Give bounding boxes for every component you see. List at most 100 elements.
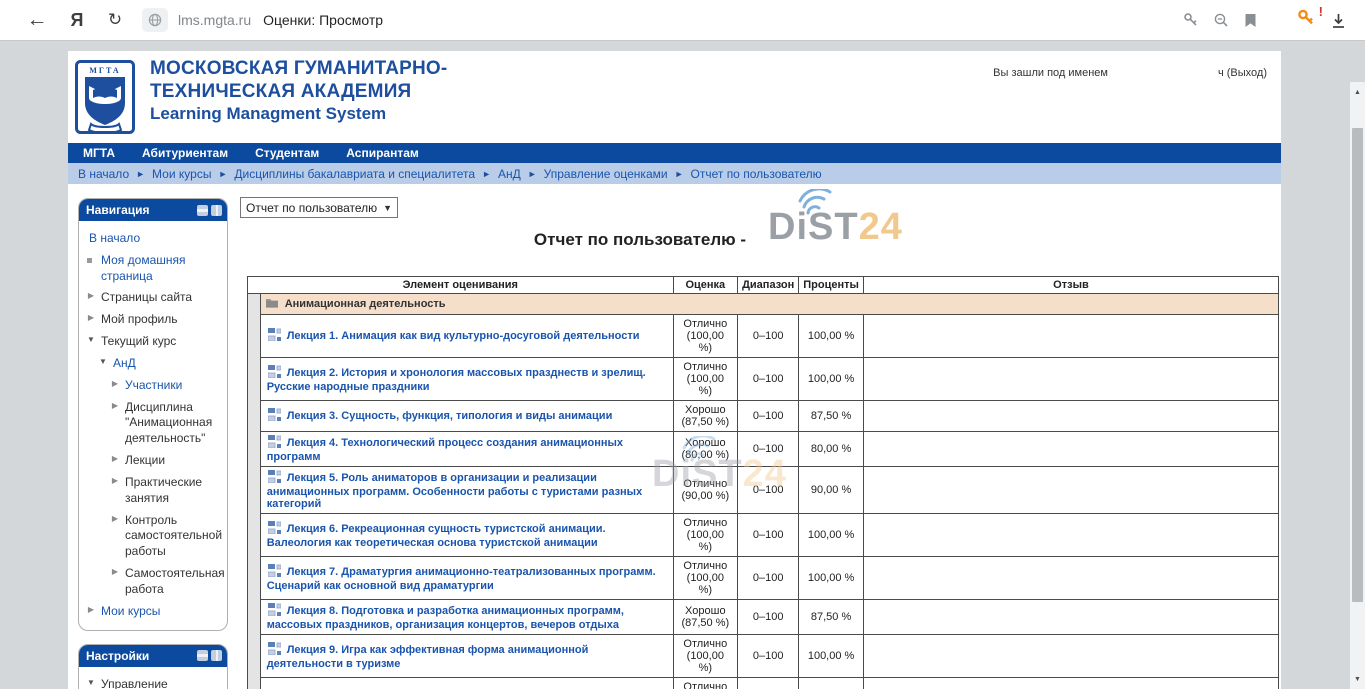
dock-block-icon[interactable]: [211, 205, 222, 216]
tree-collapsed-icon[interactable]: ▶: [109, 514, 121, 525]
grade-cell: Отлично(100,00 %): [673, 514, 738, 557]
zoom-icon[interactable]: [1213, 12, 1230, 28]
browser-window: ← Я ↻ lms.mgta.ru Оценки: Просмотр: [0, 0, 1365, 689]
range-cell: 0–100: [738, 432, 799, 467]
tree-expanded-icon[interactable]: ▼: [97, 357, 109, 368]
feedback-cell: [863, 635, 1278, 678]
breadcrumb-separator-icon: ►: [528, 169, 537, 179]
percent-cell: 100,00 %: [799, 678, 864, 689]
site-favicon-chip[interactable]: [142, 8, 168, 32]
table-row-item: ✔Итоговое тестированиеОтлично(100,00 %)0…: [248, 678, 1279, 689]
address-bar-page-title[interactable]: Оценки: Просмотр: [263, 12, 383, 28]
bookmark-icon[interactable]: [1244, 13, 1257, 28]
sidebar-item[interactable]: ▶Лекции: [79, 450, 227, 472]
grade-cell: Отлично(100,00 %): [673, 635, 738, 678]
site-title-line2: ТЕХНИЧЕСКАЯ АКАДЕМИЯ: [150, 81, 447, 104]
breadcrumb-item[interactable]: Мои курсы: [152, 167, 211, 181]
grade-item-link[interactable]: Лекция 2. История и хронология массовых …: [267, 367, 646, 393]
logout-link[interactable]: ч (Выход): [1218, 67, 1267, 79]
sidebar-item[interactable]: ▶Мои курсы: [79, 601, 227, 623]
sidebar-item[interactable]: ▶Мой профиль: [79, 309, 227, 331]
tree-collapsed-icon[interactable]: ▶: [85, 313, 97, 324]
grade-item-link[interactable]: Лекция 7. Драматургия анимационно-театра…: [267, 566, 656, 592]
range-cell: 0–100: [738, 678, 799, 689]
sidebar: Навигация В началоМоя домашняя страница▶…: [78, 198, 228, 689]
feedback-cell: [863, 678, 1278, 689]
tree-collapsed-icon[interactable]: ▶: [109, 454, 121, 465]
grade-item-link[interactable]: Лекция 8. Подготовка и разработка анимац…: [267, 605, 624, 631]
sidebar-item[interactable]: ▶Самостоятельная работа: [79, 563, 227, 601]
grade-cell: Отлично(100,00 %): [673, 358, 738, 401]
address-bar-url[interactable]: lms.mgta.ru: [178, 12, 251, 28]
feedback-cell: [863, 514, 1278, 557]
grade-report-table: Элемент оцениванияОценкаДиапазонПроценты…: [247, 276, 1279, 689]
mgta-logo: МГТА: [75, 60, 135, 134]
grade-item-link[interactable]: Лекция 5. Роль аниматоров в организации …: [267, 472, 643, 510]
protect-key-alert-icon[interactable]: !: [1297, 8, 1316, 32]
collapse-block-icon[interactable]: [197, 650, 208, 661]
scrollbar-thumb[interactable]: [1352, 128, 1363, 602]
breadcrumb-item[interactable]: АнД: [498, 167, 521, 181]
tree-collapsed-icon[interactable]: ▶: [109, 476, 121, 487]
chevron-down-icon: ▼: [383, 203, 392, 213]
report-type-select[interactable]: Отчет по пользователю ▼: [240, 197, 398, 218]
page-background: МГТА МОСКОВСКАЯ ГУМАНИТАРНО- ТЕХНИЧЕСКАЯ…: [0, 41, 1365, 689]
sidebar-item[interactable]: ▼Управление оценками: [79, 674, 227, 689]
item-name-cell: Лекция 1. Анимация как вид культурно-дос…: [260, 315, 673, 358]
yandex-logo-icon[interactable]: Я: [60, 10, 94, 31]
range-cell: 0–100: [738, 401, 799, 432]
sidebar-item[interactable]: ▶Дисциплина "Анимационная деятельность": [79, 397, 227, 450]
sidebar-item-label: АнД: [113, 356, 136, 370]
table-row-item: Лекция 6. Рекреационная сущность туристс…: [248, 514, 1279, 557]
breadcrumb-item[interactable]: Дисциплины бакалавриата и специалитета: [234, 167, 475, 181]
tree-collapsed-icon[interactable]: ▶: [85, 291, 97, 302]
grade-item-link[interactable]: Лекция 3. Сущность, функция, типология и…: [287, 410, 613, 422]
grade-item-link[interactable]: Лекция 4. Технологический процесс создан…: [267, 437, 623, 463]
grade-item-link[interactable]: Лекция 1. Анимация как вид культурно-дос…: [287, 330, 640, 342]
grade-item-link[interactable]: Лекция 9. Игра как эффективная форма ани…: [267, 644, 589, 670]
dock-block-icon[interactable]: [211, 650, 222, 661]
topnav-item[interactable]: Аспирантам: [346, 146, 419, 160]
login-prefix: Вы зашли под именем: [993, 67, 1108, 79]
sidebar-item-label: Практические занятия: [125, 475, 202, 505]
tree-collapsed-icon[interactable]: ▶: [85, 605, 97, 616]
topnav-item[interactable]: Абитуриентам: [142, 146, 228, 160]
sidebar-item[interactable]: ▶ Практические занятия: [79, 472, 227, 510]
scroll-up-icon[interactable]: ▲: [1350, 84, 1365, 100]
tree-expanded-icon[interactable]: ▼: [85, 335, 97, 346]
topnav-item[interactable]: Студентам: [255, 146, 319, 160]
navigation-block: Навигация В началоМоя домашняя страница▶…: [78, 198, 228, 631]
tree-collapsed-icon[interactable]: ▶: [109, 401, 121, 412]
password-key-icon[interactable]: [1183, 12, 1199, 28]
sidebar-item[interactable]: ▶Участники: [79, 375, 227, 397]
grade-item-link[interactable]: Лекция 6. Рекреационная сущность туристс…: [267, 523, 606, 549]
back-icon[interactable]: ←: [22, 8, 52, 32]
reload-icon[interactable]: ↻: [100, 10, 130, 30]
percent-cell: 87,50 %: [799, 600, 864, 635]
scroll-down-icon[interactable]: ▼: [1350, 671, 1365, 687]
category-indent-cell: [248, 432, 261, 467]
globe-icon: [148, 13, 162, 27]
download-icon[interactable]: [1330, 12, 1347, 29]
range-cell: 0–100: [738, 635, 799, 678]
sidebar-item[interactable]: ▼ АнД: [79, 353, 227, 375]
item-name-cell: Лекция 3. Сущность, функция, типология и…: [260, 401, 673, 432]
sidebar-item[interactable]: Моя домашняя страница: [79, 250, 227, 288]
category-indent-cell: [248, 635, 261, 678]
sidebar-item[interactable]: ▶ Контроль самостоятельной работы: [79, 510, 227, 563]
breadcrumb-separator-icon: ►: [136, 169, 145, 179]
tree-collapsed-icon[interactable]: ▶: [109, 567, 121, 578]
sidebar-item[interactable]: В начало: [79, 228, 227, 250]
breadcrumb-item[interactable]: Управление оценками: [544, 167, 668, 181]
sidebar-item[interactable]: ▶Страницы сайта: [79, 287, 227, 309]
sidebar-item-label: Контроль самостоятельной работы: [125, 513, 222, 559]
sidebar-item[interactable]: ▼Текущий курс: [79, 331, 227, 353]
tree-collapsed-icon[interactable]: ▶: [109, 379, 121, 390]
collapse-block-icon[interactable]: [197, 205, 208, 216]
breadcrumb-item[interactable]: Отчет по пользователю: [691, 167, 822, 181]
page-scrollbar[interactable]: ▲ ▼: [1350, 82, 1365, 689]
tree-expanded-icon[interactable]: ▼: [85, 678, 97, 689]
column-header: Отзыв: [863, 277, 1278, 294]
topnav-item[interactable]: МГТА: [83, 146, 115, 160]
breadcrumb-item[interactable]: В начало: [78, 167, 129, 181]
